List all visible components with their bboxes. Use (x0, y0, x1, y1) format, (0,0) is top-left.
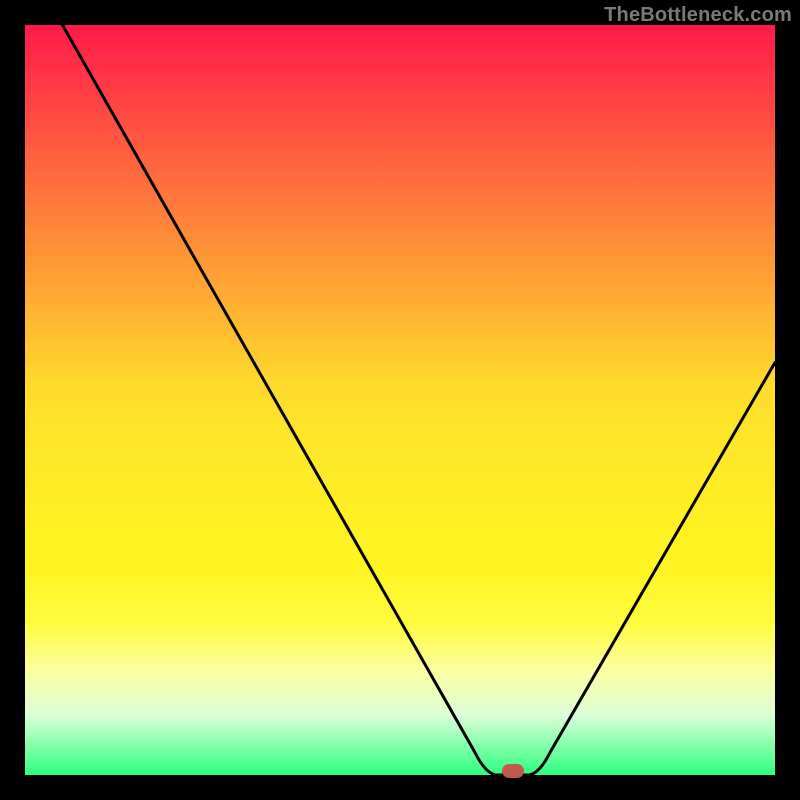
optimal-point-marker (502, 764, 524, 778)
chart-plot-area (25, 25, 775, 775)
watermark-text: TheBottleneck.com (604, 4, 792, 27)
bottleneck-curve (25, 25, 775, 775)
